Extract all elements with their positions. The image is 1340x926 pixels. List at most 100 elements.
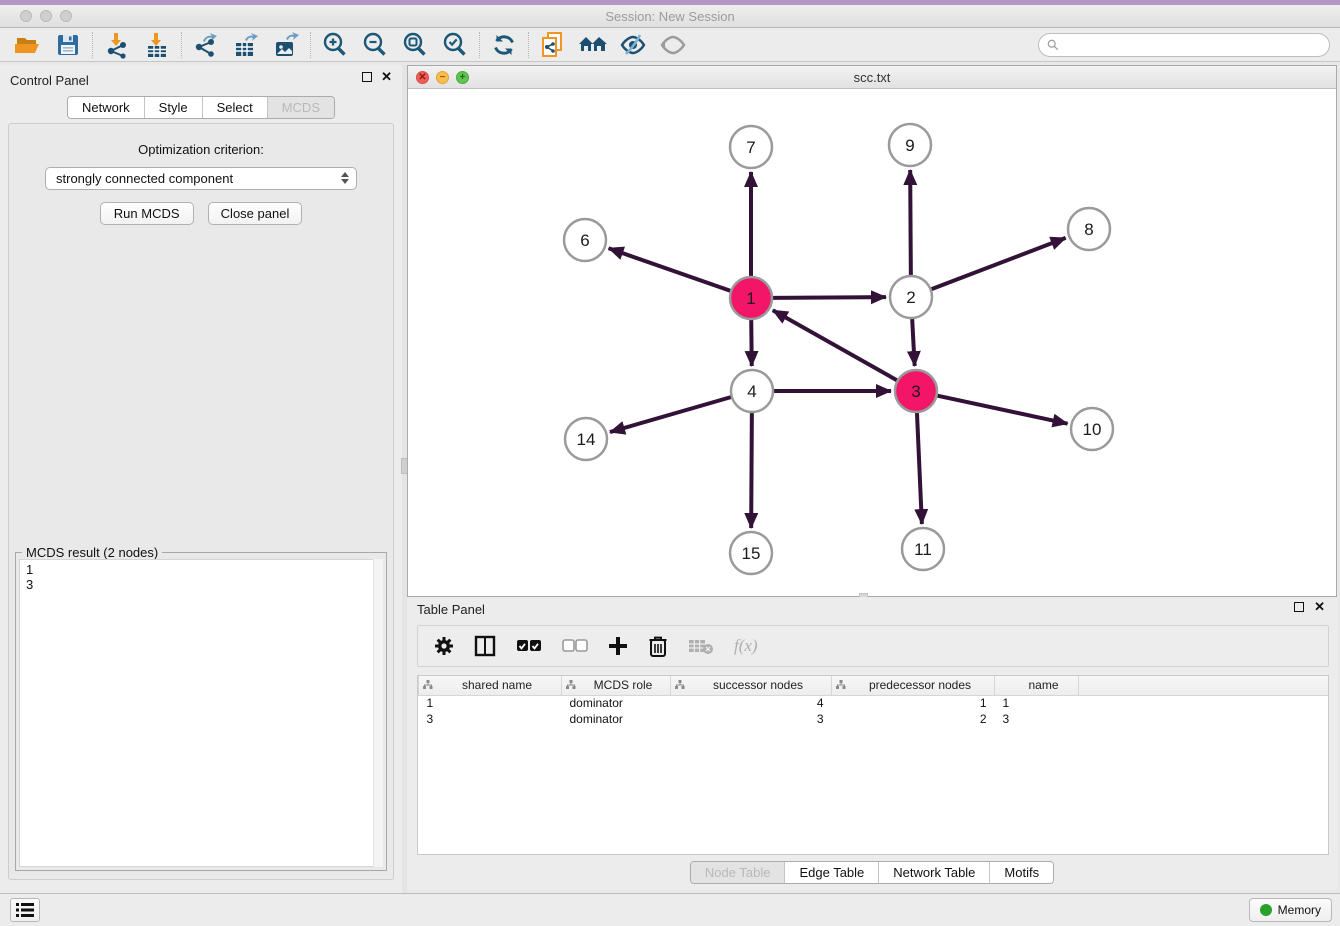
tab-select[interactable]: Select <box>203 97 268 118</box>
zoom-selected-icon <box>441 31 469 59</box>
column-header-successor-nodes[interactable]: successor nodes <box>671 676 832 695</box>
export-image-button[interactable] <box>266 30 306 60</box>
application-window: Session: New Session <box>0 0 1340 926</box>
graph-node-14[interactable]: 14 <box>565 418 607 460</box>
svg-text:3: 3 <box>911 382 920 401</box>
graph-edge-1-2[interactable] <box>773 297 886 298</box>
import-network-button[interactable] <box>97 30 137 60</box>
graph-node-15[interactable]: 15 <box>730 532 772 574</box>
graph-node-3[interactable]: 3 <box>895 370 937 412</box>
show-panels-button[interactable] <box>653 30 693 60</box>
graph-node-6[interactable]: 6 <box>564 219 606 261</box>
node-table-body: 1dominator4113dominator323 <box>419 695 1329 727</box>
graph-edge-4-15[interactable] <box>751 413 752 528</box>
graph-node-11[interactable]: 11 <box>902 528 944 570</box>
graph-node-4[interactable]: 4 <box>731 370 773 412</box>
graph-node-7[interactable]: 7 <box>730 126 772 168</box>
save-session-button[interactable] <box>48 30 88 60</box>
graph-edge-2-3[interactable] <box>912 319 915 366</box>
table-row[interactable]: 1dominator411 <box>419 695 1329 711</box>
tab-node-table[interactable]: Node Table <box>691 862 786 883</box>
export-table-icon <box>232 31 260 59</box>
graph-edge-2-8[interactable] <box>932 238 1066 289</box>
network-window-titlebar[interactable]: ✕ − + scc.txt <box>408 66 1336 89</box>
zoom-in-button[interactable] <box>315 30 355 60</box>
table-row[interactable]: 3dominator323 <box>419 711 1329 727</box>
zoom-out-button[interactable] <box>355 30 395 60</box>
criterion-dropdown[interactable]: strongly connected component <box>45 167 357 190</box>
table-cell: 1 <box>832 695 995 711</box>
column-header-shared-name[interactable]: shared name <box>419 676 562 695</box>
table-options-button[interactable] <box>434 636 454 656</box>
dropdown-arrows-icon <box>341 172 349 184</box>
toolbar-separator <box>92 32 93 58</box>
run-mcds-button[interactable]: Run MCDS <box>100 202 194 225</box>
column-visibility-button[interactable] <box>474 635 496 657</box>
close-panel-icon[interactable]: ✕ <box>381 72 392 82</box>
table-panel-title: Table Panel <box>417 602 485 617</box>
graph-edge-3-1[interactable] <box>773 310 897 380</box>
open-session-button[interactable] <box>8 30 48 60</box>
mcds-result-text[interactable]: 1 3 <box>19 559 383 867</box>
tab-motifs[interactable]: Motifs <box>990 862 1053 883</box>
graph-node-9[interactable]: 9 <box>889 124 931 166</box>
table-cell: 1 <box>995 695 1079 711</box>
mcds-panel: Optimization criterion: strongly connect… <box>8 123 394 880</box>
export-table-button[interactable] <box>226 30 266 60</box>
tab-edge-table[interactable]: Edge Table <box>785 862 879 883</box>
graph-node-1[interactable]: 1 <box>730 277 772 319</box>
hide-panels-button[interactable] <box>613 30 653 60</box>
task-history-button[interactable] <box>10 898 40 922</box>
tab-mcds[interactable]: MCDS <box>268 97 334 118</box>
import-network-icon <box>103 31 131 59</box>
network-canvas[interactable]: 7 9 6 8 1 2 4 3 14 10 15 11 <box>408 89 1336 596</box>
zoom-out-icon <box>361 31 389 59</box>
control-panel-tabs: Network Style Select MCDS <box>0 96 402 119</box>
cybrowser-home-button[interactable] <box>573 30 613 60</box>
refresh-icon <box>491 32 517 58</box>
memory-button[interactable]: Memory <box>1249 898 1332 922</box>
graph-edge-3-11[interactable] <box>917 413 922 524</box>
graph-edge-2-9[interactable] <box>910 170 911 275</box>
import-table-button[interactable] <box>137 30 177 60</box>
graph-edge-1-6[interactable] <box>609 248 731 290</box>
float-table-panel-icon[interactable] <box>1294 602 1304 612</box>
add-column-button[interactable] <box>608 636 628 656</box>
clone-network-icon <box>539 31 567 59</box>
function-builder-button[interactable]: f(x) <box>734 636 758 656</box>
graph-node-8[interactable]: 8 <box>1068 208 1110 250</box>
table-header-row: shared name MCDS role successor nodes <box>419 676 1329 695</box>
tab-network-table[interactable]: Network Table <box>879 862 990 883</box>
zoom-fit-button[interactable] <box>395 30 435 60</box>
tab-style[interactable]: Style <box>145 97 203 118</box>
deselect-all-rows-button[interactable] <box>562 639 588 653</box>
table-cell: dominator <box>562 695 671 711</box>
column-header-mcds-role[interactable]: MCDS role <box>562 676 671 695</box>
close-table-panel-icon[interactable]: ✕ <box>1314 602 1325 612</box>
trash-icon <box>648 635 668 657</box>
zoom-selected-button[interactable] <box>435 30 475 60</box>
search-input[interactable] <box>1038 33 1330 57</box>
tab-network[interactable]: Network <box>68 97 145 118</box>
close-panel-button[interactable]: Close panel <box>208 202 303 225</box>
delete-column-button[interactable] <box>648 635 668 657</box>
float-panel-icon[interactable] <box>362 72 372 82</box>
graph-node-10[interactable]: 10 <box>1071 408 1113 450</box>
table-cell <box>1079 711 1329 727</box>
delete-table-icon <box>688 637 714 655</box>
graph-edge-3-10[interactable] <box>938 396 1068 424</box>
apply-layout-button[interactable] <box>484 30 524 60</box>
column-header-name[interactable]: name <box>995 676 1079 695</box>
select-all-rows-button[interactable] <box>516 639 542 653</box>
export-network-button[interactable] <box>186 30 226 60</box>
eye-slash-icon <box>619 32 647 58</box>
column-header-predecessor-nodes[interactable]: predecessor nodes <box>832 676 995 695</box>
network-graph[interactable]: 7 9 6 8 1 2 4 3 14 10 15 11 <box>408 89 1336 596</box>
graph-node-2[interactable]: 2 <box>890 276 932 318</box>
delete-table-button[interactable] <box>688 637 714 655</box>
columns-icon <box>474 635 496 657</box>
clone-network-button[interactable] <box>533 30 573 60</box>
graph-edge-4-14[interactable] <box>610 397 731 432</box>
result-scrollbar[interactable] <box>373 559 383 867</box>
node-table: shared name MCDS role successor nodes <box>417 675 1329 855</box>
